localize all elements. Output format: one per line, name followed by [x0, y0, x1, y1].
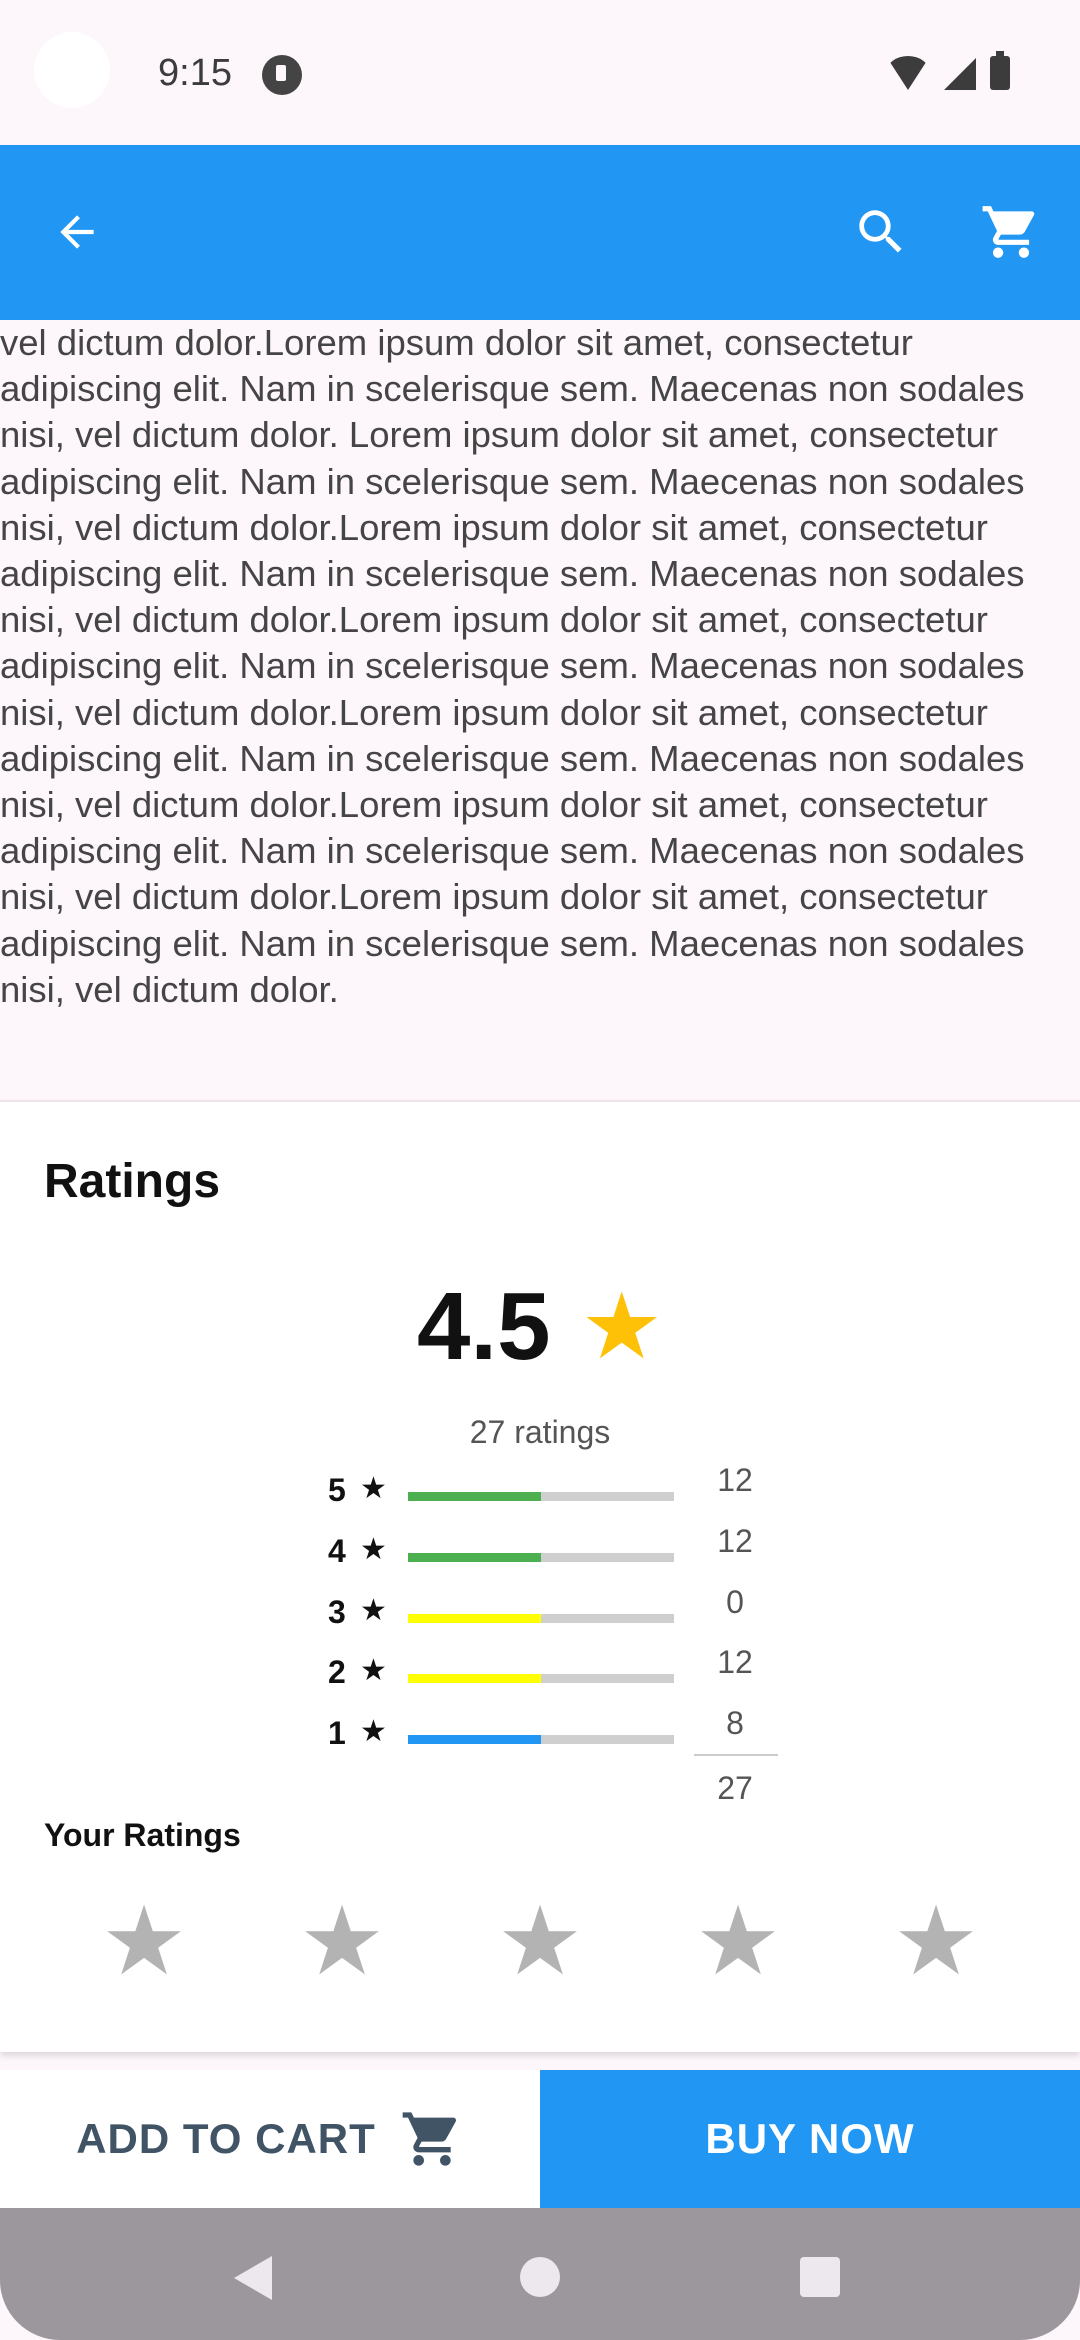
- ratings-title: Ratings: [44, 1155, 221, 1208]
- rate-star-2[interactable]: ★: [297, 1894, 387, 1990]
- rate-star-3[interactable]: ★: [495, 1894, 585, 1990]
- your-rating-stars: ★ ★ ★ ★ ★: [0, 1894, 1080, 1990]
- rating-bar-fill: [408, 1674, 541, 1683]
- rating-row-1: 1 ★ 8: [320, 1705, 780, 1765]
- buy-now-button[interactable]: BUY NOW: [540, 2070, 1080, 2208]
- rate-star-1[interactable]: ★: [99, 1894, 189, 1990]
- back-button[interactable]: [32, 187, 122, 277]
- camera-cutout: [34, 32, 110, 108]
- app-bar: [0, 145, 1080, 320]
- rate-star-5[interactable]: ★: [891, 1894, 981, 1990]
- ratings-card: Ratings 4.5 ★ 27 ratings 5 ★ 12 4 ★ 12 3…: [0, 1100, 1080, 2052]
- arrow-back-icon: [60, 215, 94, 249]
- rating-row-count: 0: [726, 1584, 744, 1620]
- nav-back-icon[interactable]: [234, 2256, 272, 2300]
- total-ratings-count: 27: [717, 1770, 753, 1806]
- rating-row-label: 1: [328, 1715, 346, 1751]
- description-text: vel dictum dolor.Lorem ipsum dolor sit a…: [0, 322, 1025, 1010]
- rating-bar-track: [408, 1614, 674, 1623]
- star-icon: ★: [360, 1472, 387, 1505]
- rating-bar-track: [408, 1674, 674, 1683]
- rating-row-5: 5 ★ 12: [320, 1462, 780, 1522]
- rating-row-count: 12: [717, 1644, 753, 1680]
- star-icon: ★: [360, 1715, 387, 1748]
- status-time: 9:15: [158, 52, 232, 94]
- rate-star-4[interactable]: ★: [693, 1894, 783, 1990]
- total-divider: [694, 1754, 778, 1756]
- battery-icon: [990, 51, 1010, 90]
- add-to-cart-button[interactable]: ADD TO CART: [0, 2070, 540, 2208]
- cart-button[interactable]: [966, 187, 1056, 277]
- star-icon: ★: [360, 1654, 387, 1687]
- rating-bar-fill: [408, 1614, 541, 1623]
- rating-row-count: 8: [726, 1705, 744, 1741]
- rating-bar-fill: [408, 1492, 541, 1501]
- nav-home-icon[interactable]: [520, 2257, 560, 2297]
- rating-row-label: 4: [328, 1533, 346, 1569]
- status-icons: [886, 51, 1010, 90]
- your-ratings-label: Your Ratings: [44, 1817, 241, 1853]
- rating-row-count: 12: [717, 1523, 753, 1559]
- add-to-cart-label: ADD TO CART: [76, 2115, 376, 2162]
- rating-bar-fill: [408, 1735, 541, 1744]
- rating-row-2: 2 ★ 12: [320, 1644, 780, 1704]
- status-bar: 9:15: [0, 0, 1080, 145]
- rating-row-4: 4 ★ 12: [320, 1523, 780, 1583]
- rating-row-label: 3: [328, 1594, 346, 1630]
- rating-row-count: 12: [717, 1462, 753, 1498]
- ratings-count: 27 ratings: [469, 1414, 611, 1450]
- average-star-icon: ★: [580, 1276, 663, 1378]
- bottom-action-bar: ADD TO CART BUY NOW: [0, 2070, 1080, 2208]
- system-nav-bar: [0, 2208, 1080, 2340]
- search-button[interactable]: [836, 187, 926, 277]
- rating-bar-track: [408, 1735, 674, 1744]
- product-description: vel dictum dolor.Lorem ipsum dolor sit a…: [0, 320, 1080, 1100]
- buy-now-label: BUY NOW: [705, 2115, 915, 2162]
- rating-row-label: 5: [328, 1472, 346, 1508]
- notification-app-icon: [262, 55, 302, 95]
- average-rating-value: 4.5: [417, 1273, 551, 1380]
- star-icon: ★: [360, 1594, 387, 1627]
- average-rating: 4.5 ★: [0, 1272, 1080, 1382]
- rating-bar-fill: [408, 1553, 541, 1562]
- search-icon: [859, 210, 902, 253]
- wifi-icon: [886, 56, 930, 90]
- rating-bar-track: [408, 1492, 674, 1501]
- shopping-cart-icon: [982, 206, 1035, 258]
- rating-row-label: 2: [328, 1654, 346, 1690]
- shopping-cart-icon: [402, 2112, 456, 2166]
- signal-icon: [944, 58, 976, 90]
- screen: 9:15 vel dictum dolor.Lorem ipsum dolor …: [0, 0, 1080, 2340]
- nav-recents-icon[interactable]: [800, 2257, 840, 2297]
- star-icon: ★: [360, 1533, 387, 1566]
- rating-bar-track: [408, 1553, 674, 1562]
- rating-row-3: 3 ★ 0: [320, 1584, 780, 1644]
